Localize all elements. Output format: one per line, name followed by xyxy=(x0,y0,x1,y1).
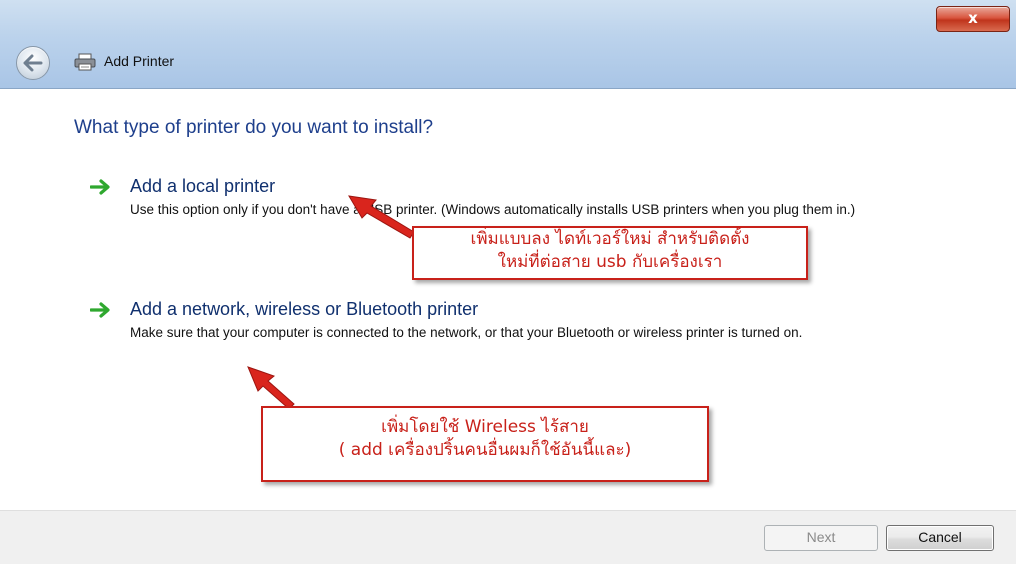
annotation-local-printer: เพิ่มแบบลง ไดท์เวอร์ใหม่ สำหรับติดตั้ง ใ… xyxy=(412,226,808,280)
annotation-line: ( add เครื่องปริ้นคนอื่นผมก็ใช้อันนี้และ… xyxy=(338,440,632,460)
annotation-line: เพิ่มโดยใช้ Wireless ไร้สาย xyxy=(381,417,589,437)
close-button[interactable]: x xyxy=(936,6,1010,32)
printer-icon xyxy=(74,53,96,71)
green-arrow-icon xyxy=(90,302,110,318)
close-icon: x xyxy=(968,9,978,27)
page-heading: What type of printer do you want to inst… xyxy=(74,117,434,138)
green-arrow-icon xyxy=(90,179,110,195)
annotation-line: ใหม่ที่ต่อสาย usb กับเครื่องเรา xyxy=(497,252,723,272)
option-title[interactable]: Add a network, wireless or Bluetooth pri… xyxy=(130,299,478,320)
back-button[interactable] xyxy=(16,46,50,80)
option-description: Use this option only if you don't have a… xyxy=(130,202,856,217)
title-bar: x Add Printer xyxy=(0,0,1016,89)
add-printer-window: x Add Printer What type of printer do yo… xyxy=(0,0,1016,564)
cancel-button[interactable]: Cancel xyxy=(886,525,994,551)
option-title[interactable]: Add a local printer xyxy=(130,176,275,197)
option-description: Make sure that your computer is connecte… xyxy=(130,325,803,340)
back-arrow-icon xyxy=(23,54,43,72)
window-title: Add Printer xyxy=(104,53,175,69)
annotation-line: เพิ่มแบบลง ไดท์เวอร์ใหม่ สำหรับติดตั้ง xyxy=(470,229,750,249)
dialog-footer: Next Cancel xyxy=(0,510,1016,564)
next-button[interactable]: Next xyxy=(764,525,878,551)
annotation-network-printer: เพิ่มโดยใช้ Wireless ไร้สาย ( add เครื่อ… xyxy=(261,406,709,482)
